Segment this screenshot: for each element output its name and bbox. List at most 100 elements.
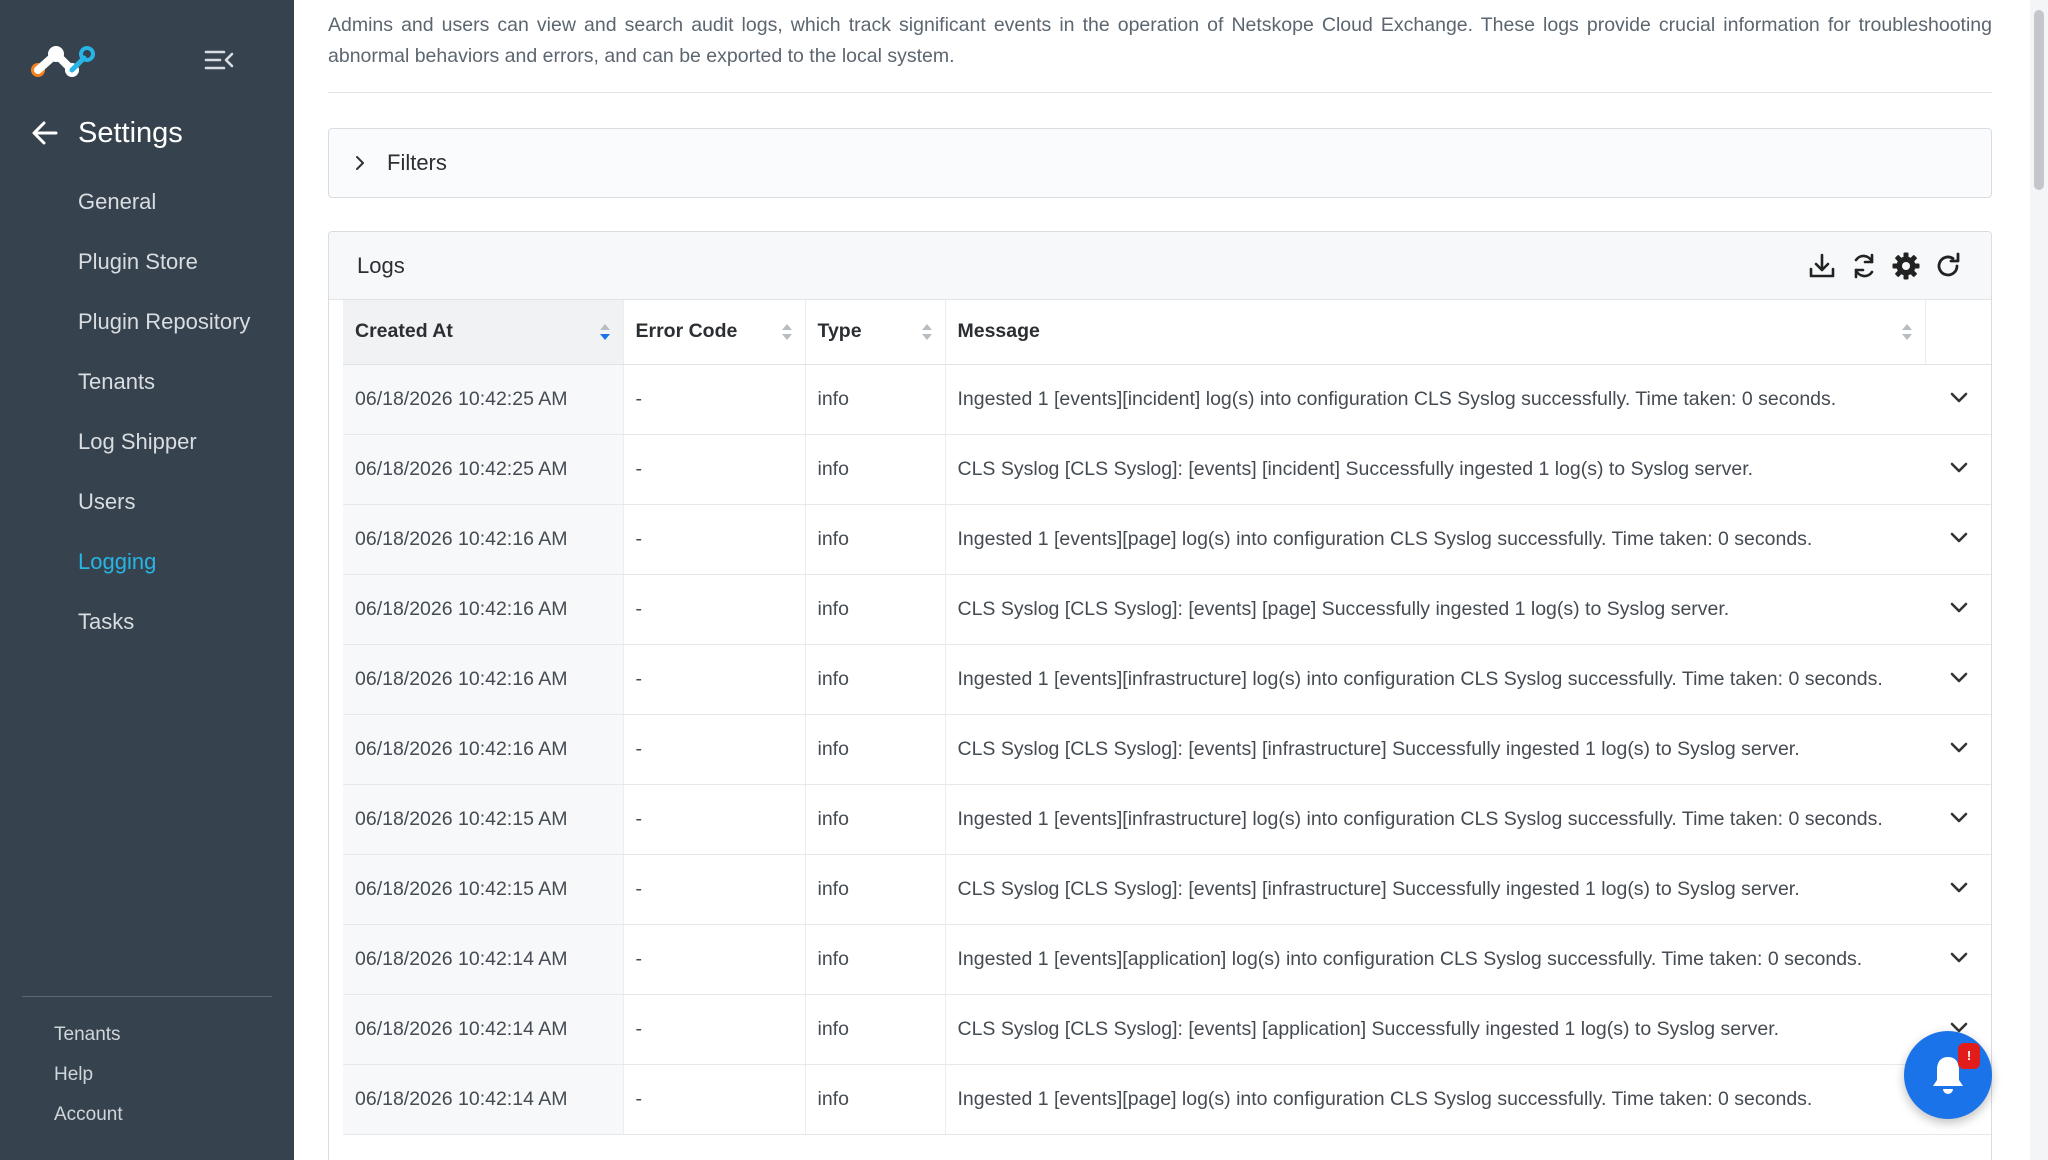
sort-icon[interactable] (1901, 322, 1913, 342)
filters-label: Filters (387, 150, 447, 175)
page-description: Admins and users can view and search aud… (328, 14, 1992, 67)
table-row[interactable]: 06/18/2026 10:42:16 AM - info CLS Syslog [C… (329, 714, 1991, 785)
cell-created-at: 06/18/2026 10:42:16 AM (343, 644, 624, 715)
gear-icon[interactable] (1891, 251, 1921, 281)
chevron-right-icon (356, 156, 364, 170)
sidebar-item-logging[interactable]: Logging (78, 538, 250, 598)
table-row[interactable]: 06/18/2026 10:42:16 AM - info CLS Syslog [C… (329, 574, 1991, 645)
chevron-down-icon[interactable] (1949, 881, 1969, 895)
cell-message: Ingested 1 [events][incident] log(s) int… (945, 364, 1925, 435)
table-row[interactable]: 06/18/2026 10:42:16 AM - info Ingested 1 [e… (329, 504, 1991, 575)
chevron-down-icon[interactable] (1949, 951, 1969, 965)
cell-message: CLS Syslog [CLS Syslog]: [events] [infra… (945, 714, 1925, 785)
chevron-down-icon[interactable] (1949, 811, 1969, 825)
cell-message: Ingested 1 [events][page] log(s) into co… (945, 1064, 1925, 1135)
sync-icon[interactable] (1849, 251, 1879, 281)
chevron-down-icon[interactable] (1949, 741, 1969, 755)
row-expand-toggle[interactable] (1925, 854, 1991, 925)
cell-error-code: - (623, 924, 806, 995)
sidebar-divider (22, 996, 272, 997)
chevron-down-icon[interactable] (1949, 531, 1969, 545)
row-expand-toggle[interactable] (1925, 364, 1991, 435)
cell-type: info (805, 1064, 946, 1135)
cell-created-at: 06/18/2026 10:42:25 AM (343, 364, 624, 435)
cell-message: CLS Syslog [CLS Syslog]: [events] [page]… (945, 574, 1925, 645)
row-expand-toggle[interactable] (1925, 924, 1991, 995)
table-row[interactable]: 06/18/2026 10:42:16 AM - info Ingested 1 [e… (329, 644, 1991, 715)
cell-type: info (805, 784, 946, 855)
cell-message: Ingested 1 [events][infrastructure] log(… (945, 644, 1925, 715)
row-spacer (329, 364, 343, 434)
row-expand-toggle[interactable] (1925, 784, 1991, 855)
refresh-icon[interactable] (1933, 251, 1963, 281)
row-expand-toggle[interactable] (1925, 574, 1991, 645)
cell-message: Ingested 1 [events][application] log(s) … (945, 924, 1925, 995)
row-expand-toggle[interactable] (1925, 644, 1991, 715)
column-header-message[interactable]: Message (945, 300, 1926, 365)
chevron-down-icon[interactable] (1949, 461, 1969, 475)
table-row[interactable]: 06/18/2026 10:42:14 AM - info CLS Syslog [C… (329, 994, 1991, 1065)
sidebar-item-tenants[interactable]: Tenants (78, 358, 250, 418)
notification-button[interactable]: ! (1904, 1031, 1992, 1119)
cell-error-code: - (623, 994, 806, 1065)
cell-created-at: 06/18/2026 10:42:14 AM (343, 1064, 624, 1135)
notification-badge: ! (1958, 1043, 1980, 1069)
chevron-down-icon[interactable] (1949, 391, 1969, 405)
cell-created-at: 06/18/2026 10:42:14 AM (343, 994, 624, 1065)
collapse-menu-icon[interactable] (204, 48, 234, 72)
table-row[interactable]: 06/18/2026 10:42:15 AM - info CLS Syslog [C… (329, 854, 1991, 925)
sidebar-item-users[interactable]: Users (78, 478, 250, 538)
cell-message: Ingested 1 [events][page] log(s) into co… (945, 504, 1925, 575)
chevron-down-icon[interactable] (1949, 601, 1969, 615)
column-label: Type (817, 320, 862, 343)
logs-table-body: 06/18/2026 10:42:25 AM - info Ingested 1 [e… (329, 364, 1991, 1135)
cell-error-code: - (623, 1064, 806, 1135)
footer-item-tenants[interactable]: Tenants (54, 1018, 123, 1058)
cell-type: info (805, 504, 946, 575)
row-expand-toggle[interactable] (1925, 504, 1991, 575)
cell-type: info (805, 714, 946, 785)
column-label: Message (957, 320, 1040, 343)
filters-panel-toggle[interactable]: Filters (328, 128, 1992, 198)
row-spacer (329, 504, 343, 574)
logs-title: Logs (357, 252, 405, 278)
sidebar-item-plugin-store[interactable]: Plugin Store (78, 238, 250, 298)
sort-icon[interactable] (781, 322, 793, 342)
sidebar-item-general[interactable]: General (78, 178, 250, 238)
sort-icon[interactable] (921, 322, 933, 342)
column-header-created-at[interactable]: Created At (343, 300, 624, 365)
column-header-error-code[interactable]: Error Code (623, 300, 806, 365)
cell-type: info (805, 854, 946, 925)
cell-type: info (805, 434, 946, 505)
table-row[interactable]: 06/18/2026 10:42:14 AM - info Ingested 1 [e… (329, 924, 1991, 995)
column-header-type[interactable]: Type (805, 300, 946, 365)
download-icon[interactable] (1807, 251, 1837, 281)
back-to-settings[interactable]: Settings (30, 113, 183, 153)
cell-type: info (805, 574, 946, 645)
footer-item-help[interactable]: Help (54, 1058, 123, 1098)
sidebar-item-tasks[interactable]: Tasks (78, 598, 250, 658)
chevron-down-icon[interactable] (1949, 671, 1969, 685)
cell-created-at: 06/18/2026 10:42:25 AM (343, 434, 624, 505)
netskope-logo[interactable] (28, 40, 98, 82)
logs-panel: Logs Created At Error Code Type Message … (328, 231, 1992, 1160)
row-spacer (329, 1064, 343, 1134)
sidebar-item-log-shipper[interactable]: Log Shipper (78, 418, 250, 478)
sort-icon[interactable] (599, 322, 611, 342)
footer-item-account[interactable]: Account (54, 1098, 123, 1138)
table-row[interactable]: 06/18/2026 10:42:25 AM - info Ingested 1 [e… (329, 364, 1991, 435)
table-row[interactable]: 06/18/2026 10:42:15 AM - info Ingested 1 [e… (329, 784, 1991, 855)
row-spacer (329, 644, 343, 714)
table-row[interactable]: 06/18/2026 10:42:14 AM - info Ingested 1 [e… (329, 1064, 1991, 1135)
table-row[interactable]: 06/18/2026 10:42:25 AM - info CLS Syslog [C… (329, 434, 1991, 505)
cell-error-code: - (623, 364, 806, 435)
sidebar-item-plugin-repository[interactable]: Plugin Repository (78, 298, 250, 358)
divider (328, 92, 1992, 93)
row-spacer (329, 854, 343, 924)
row-expand-toggle[interactable] (1925, 434, 1991, 505)
row-expand-toggle[interactable] (1925, 714, 1991, 785)
cell-error-code: - (623, 504, 806, 575)
cell-type: info (805, 994, 946, 1065)
cell-error-code: - (623, 784, 806, 855)
page-scrollbar-thumb[interactable] (2034, 10, 2044, 190)
